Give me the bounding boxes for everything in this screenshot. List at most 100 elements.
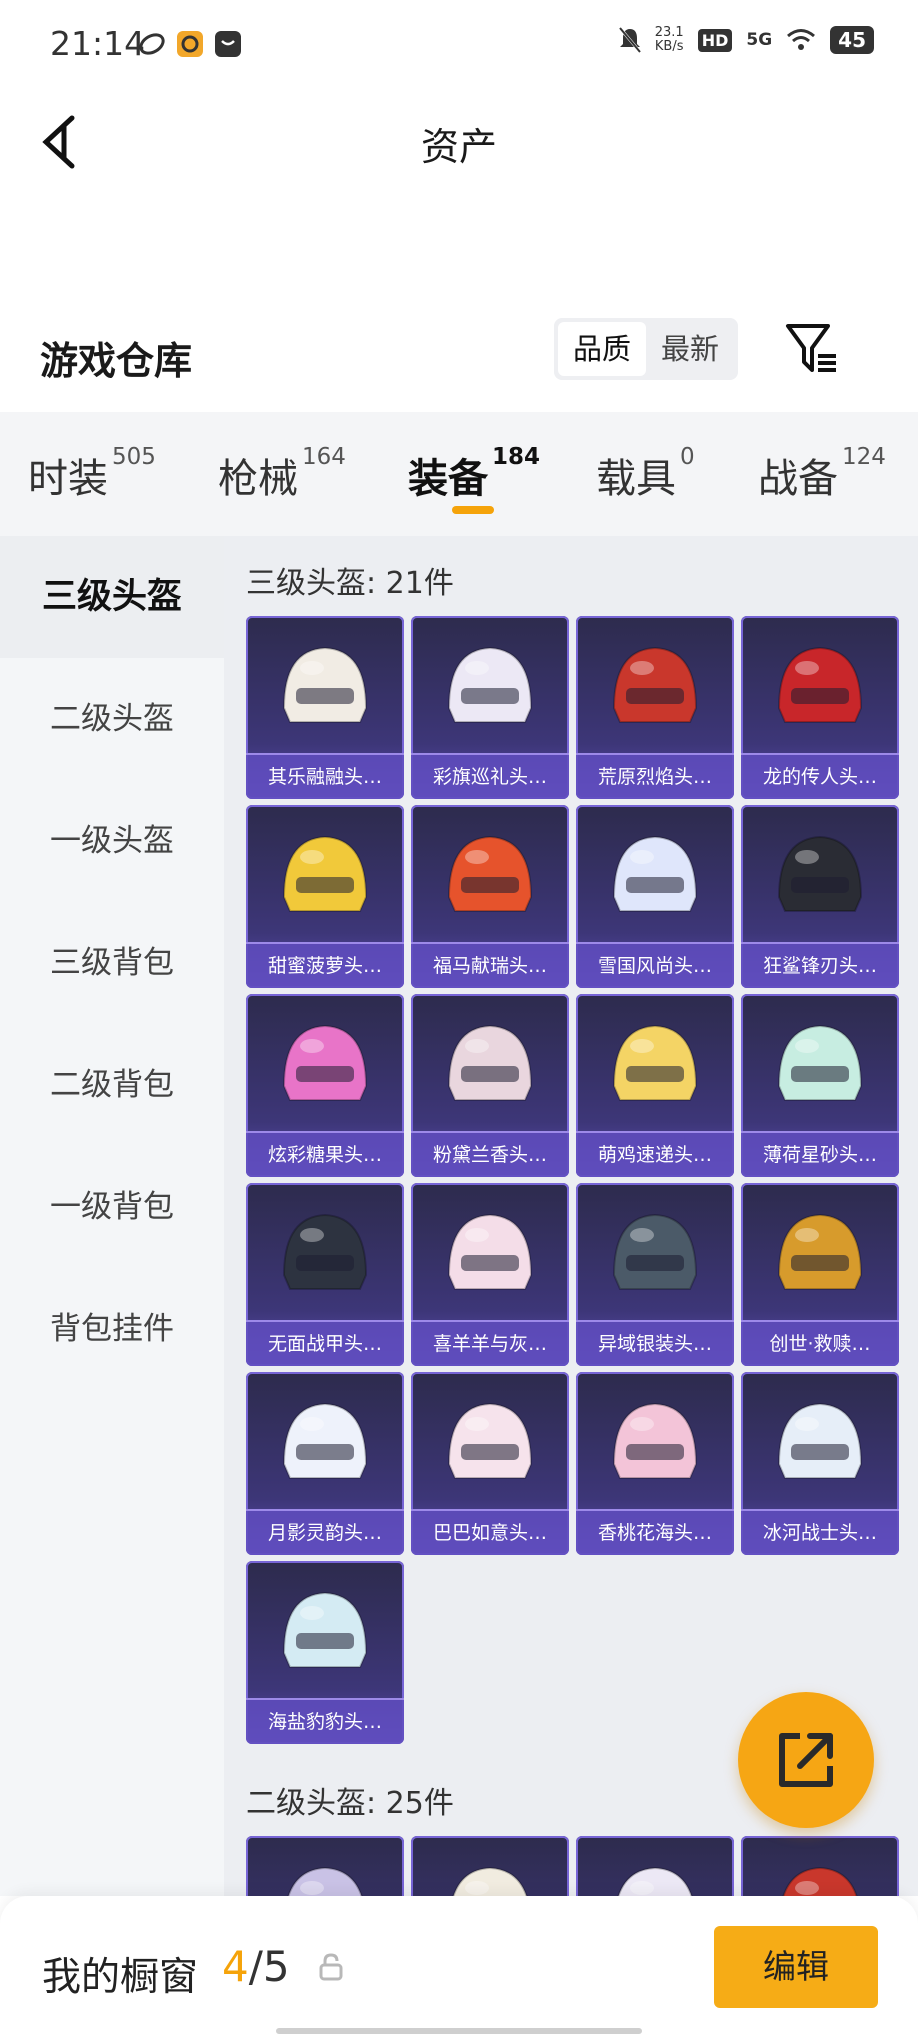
sidebar-item-level1-helmet[interactable]: 一级头盔	[0, 780, 224, 902]
item-name: 香桃花海头…	[597, 1522, 712, 1544]
item-card[interactable]: 甜蜜菠萝头…	[246, 805, 404, 988]
sort-toggle: 品质 最新	[554, 318, 738, 380]
filter-icon[interactable]	[784, 320, 840, 376]
showcase-separator: /	[248, 1942, 263, 1991]
helmet-icon	[612, 1402, 698, 1479]
helmet-icon	[282, 1591, 368, 1668]
showcase-count: 4/5	[222, 1942, 290, 1991]
item-name: 巴巴如意头…	[432, 1522, 547, 1544]
tab-supplies-label: 战备	[758, 456, 838, 502]
item-name: 无面战甲头…	[267, 1333, 382, 1355]
tab-vehicles[interactable]: 载具 0	[596, 444, 695, 504]
item-name: 雪国风尚头…	[597, 955, 712, 977]
tab-vehicles-label: 载具	[596, 456, 676, 502]
item-card[interactable]: 巴巴如意头…	[411, 1372, 569, 1555]
item-name: 荒原烈焰头…	[597, 766, 712, 788]
helmet-icon	[777, 1213, 863, 1290]
page-header: 资产	[0, 92, 918, 192]
sidebar-item-level2-helmet[interactable]: 二级头盔	[0, 658, 224, 780]
tab-equipment-label: 装备	[408, 456, 488, 502]
item-name: 薄荷星砂头…	[762, 1144, 877, 1166]
item-card[interactable]	[576, 1836, 734, 1896]
item-card[interactable]: 薄荷星砂头…	[741, 994, 899, 1177]
share-icon	[779, 1733, 833, 1787]
speed-value: 23.1	[654, 25, 684, 40]
tab-equipment[interactable]: 装备 184	[408, 444, 541, 504]
item-name: 其乐融融头…	[267, 766, 382, 788]
item-card[interactable]: 异域银装头…	[576, 1183, 734, 1366]
item-card[interactable]: 月影灵韵头…	[246, 1372, 404, 1555]
sort-latest-option[interactable]: 最新	[646, 322, 734, 376]
sort-quality-option[interactable]: 品质	[558, 322, 646, 376]
helmet-icon	[777, 1402, 863, 1479]
speed-unit: KB/s	[654, 39, 684, 54]
item-card[interactable]	[246, 1836, 404, 1896]
item-card[interactable]: 无面战甲头…	[246, 1183, 404, 1366]
home-indicator	[276, 2028, 642, 2034]
helmet-icon	[447, 1402, 533, 1479]
helmet-icon	[777, 1024, 863, 1101]
warehouse-header: 游戏仓库 品质 最新	[0, 300, 918, 410]
item-card[interactable]: 龙的传人头…	[741, 616, 899, 799]
showcase-current: 4	[222, 1942, 249, 1991]
tab-equipment-count: 184	[492, 444, 541, 470]
helmet-icon	[447, 835, 533, 912]
item-card[interactable]: 雪国风尚头…	[576, 805, 734, 988]
item-card[interactable]: 炫彩糖果头…	[246, 994, 404, 1177]
sidebar: 三级头盔 二级头盔 一级头盔 三级背包 二级背包 一级背包 背包挂件	[0, 536, 224, 1896]
helmet-icon	[617, 1866, 693, 1896]
edit-button[interactable]: 编辑	[714, 1926, 878, 2008]
helmet-icon	[612, 1024, 698, 1101]
tab-fashion[interactable]: 时装 505	[28, 444, 156, 504]
tab-fashion-label: 时装	[28, 456, 108, 502]
item-card[interactable]	[411, 1836, 569, 1896]
helmet-icon	[777, 835, 863, 912]
wifi-icon	[787, 29, 816, 50]
message-app-icon	[215, 31, 241, 57]
helmet-icon	[447, 1024, 533, 1101]
item-card[interactable]: 创世·救赎…	[741, 1183, 899, 1366]
sidebar-item-backpack-charm[interactable]: 背包挂件	[0, 1268, 224, 1390]
item-card[interactable]: 福马献瑞头…	[411, 805, 569, 988]
share-button[interactable]	[738, 1692, 874, 1828]
item-name: 月影灵韵头…	[267, 1522, 382, 1544]
lock-icon	[319, 1953, 343, 1981]
item-card[interactable]: 海盐豹豹头…	[246, 1561, 404, 1744]
sidebar-item-level3-helmet[interactable]: 三级头盔	[0, 536, 224, 658]
item-card[interactable]	[741, 1836, 899, 1896]
item-card[interactable]: 荒原烈焰头…	[576, 616, 734, 799]
item-card[interactable]: 冰河战士头…	[741, 1372, 899, 1555]
item-card[interactable]: 萌鸡速递头…	[576, 994, 734, 1177]
tab-firearms-label: 枪械	[218, 456, 298, 502]
section-heading: 三级头盔: 21件	[246, 566, 454, 601]
sidebar-item-level2-backpack[interactable]: 二级背包	[0, 1024, 224, 1146]
item-card[interactable]: 彩旗巡礼头…	[411, 616, 569, 799]
item-card[interactable]: 其乐融融头…	[246, 616, 404, 799]
mute-bell-icon	[618, 27, 641, 53]
item-name: 彩旗巡礼头…	[432, 766, 547, 788]
item-name: 炫彩糖果头…	[267, 1144, 382, 1166]
item-card[interactable]: 香桃花海头…	[576, 1372, 734, 1555]
helmet-icon	[452, 1866, 528, 1896]
network-speed: 23.1 KB/s	[655, 26, 684, 54]
helmet-icon	[612, 1213, 698, 1290]
helmet-icon	[612, 646, 698, 723]
section-heading: 二级头盔: 25件	[246, 1786, 454, 1821]
leaf-app-icon	[139, 33, 165, 55]
sidebar-item-level1-backpack[interactable]: 一级背包	[0, 1146, 224, 1268]
item-card[interactable]: 喜羊羊与灰…	[411, 1183, 569, 1366]
category-tabs: 时装 505 枪械 164 装备 184 载具 0 战备 124	[0, 412, 918, 536]
tab-supplies[interactable]: 战备 124	[758, 444, 886, 504]
page-title: 资产	[420, 125, 497, 169]
sidebar-item-level3-backpack[interactable]: 三级背包	[0, 902, 224, 1024]
helmet-icon	[282, 646, 368, 723]
item-card[interactable]: 粉黛兰香头…	[411, 994, 569, 1177]
item-name: 狂鲨锋刃头…	[762, 955, 877, 977]
item-name: 冰河战士头…	[762, 1522, 877, 1544]
item-card[interactable]: 狂鲨锋刃头…	[741, 805, 899, 988]
item-name: 福马献瑞头…	[432, 955, 547, 977]
helmet-icon	[282, 1213, 368, 1290]
status-time: 21:14	[50, 24, 146, 63]
helmet-icon	[777, 646, 863, 723]
tab-firearms[interactable]: 枪械 164	[218, 444, 346, 504]
